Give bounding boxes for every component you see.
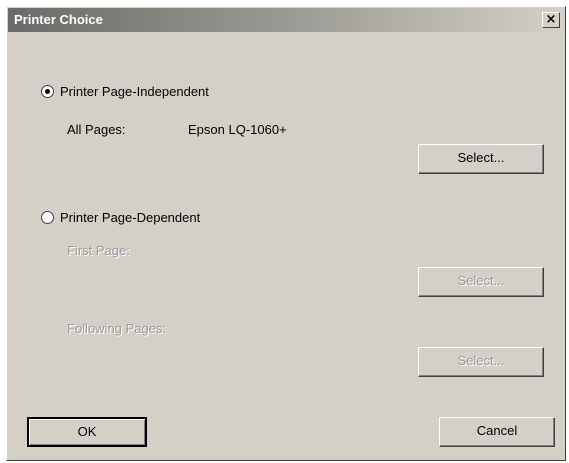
radio-button-unchecked-icon[interactable] [41,211,54,224]
radio-page-independent-label: Printer Page-Independent [60,84,209,99]
cancel-button[interactable]: Cancel [439,417,555,447]
radio-page-dependent[interactable]: Printer Page-Dependent [41,210,200,225]
select-first-page-button[interactable]: Select... [418,267,544,297]
ok-button[interactable]: OK [27,417,147,447]
radio-page-dependent-label: Printer Page-Dependent [60,210,201,225]
printer-choice-dialog: Printer Choice × Printer Page-Independen… [6,6,566,461]
title-bar[interactable]: Printer Choice × [8,8,564,32]
select-following-pages-button[interactable]: Select... [418,347,544,377]
radio-button-checked-icon[interactable] [41,85,54,98]
select-all-pages-button[interactable]: Select... [418,144,544,174]
all-pages-printer-value: Epson LQ-1060+ [188,122,287,137]
following-pages-label: Following Pages: [67,321,166,336]
window-title: Printer Choice [14,12,103,27]
first-page-label: First Page: [67,243,130,258]
close-icon[interactable]: × [542,12,560,28]
radio-page-independent[interactable]: Printer Page-Independent [41,84,209,99]
all-pages-label: All Pages: [67,122,126,137]
